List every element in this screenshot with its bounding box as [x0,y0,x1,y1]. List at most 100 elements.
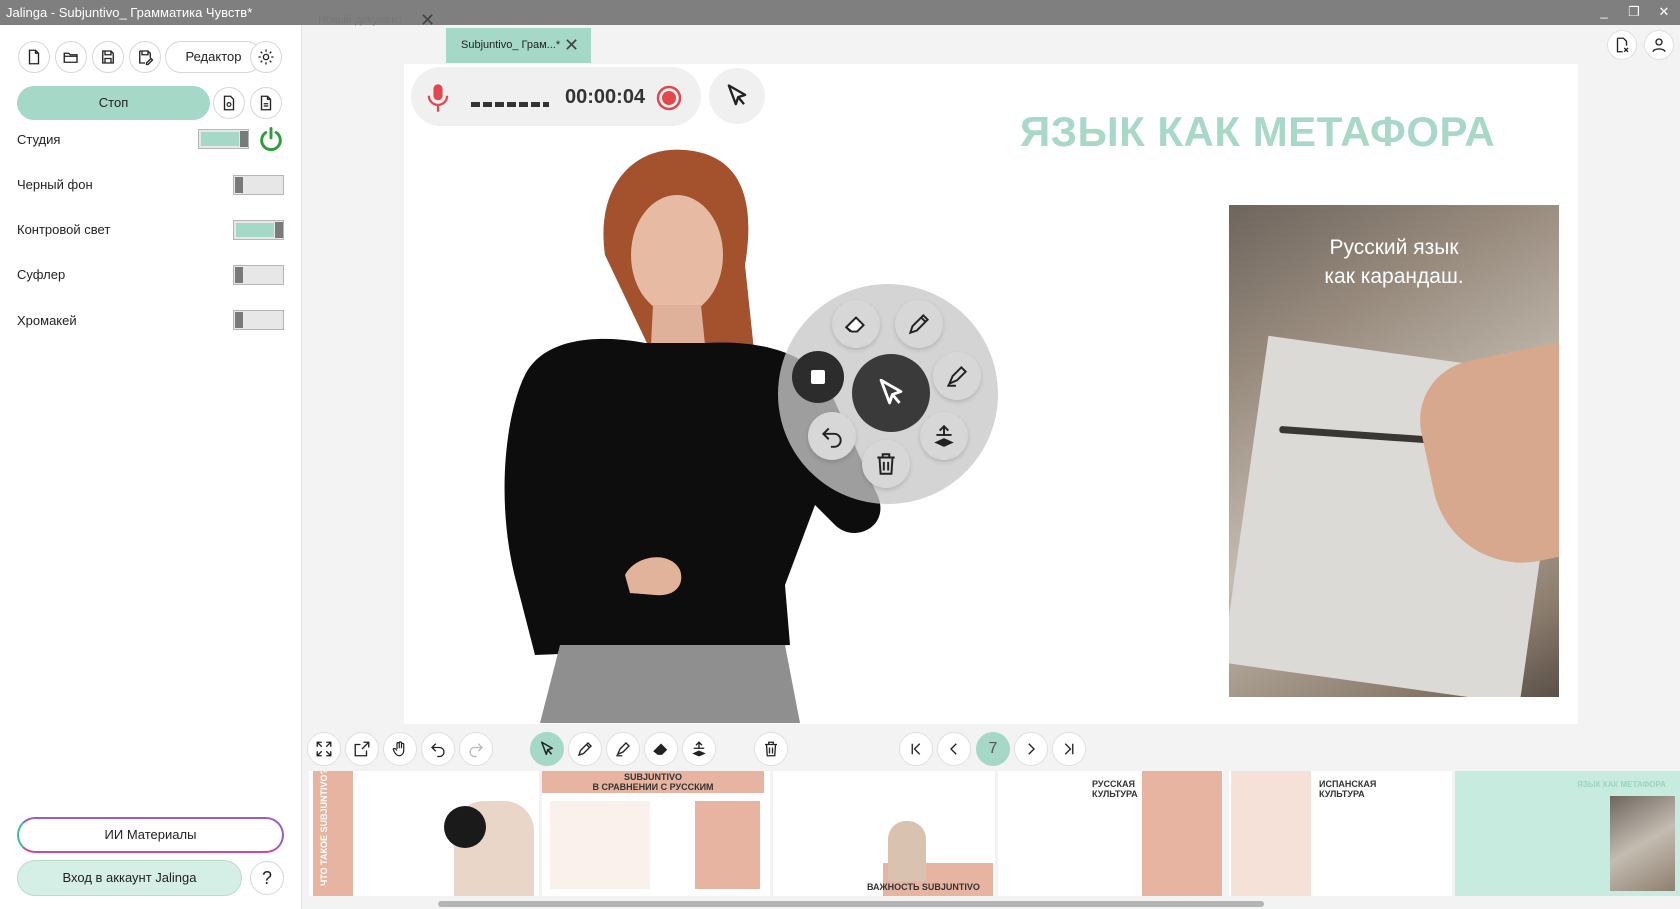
settings-button[interactable] [250,41,282,73]
marker-tool-button[interactable] [606,732,640,766]
eraser-tool-button[interactable] [644,732,678,766]
save-button[interactable] [92,41,124,73]
undo-icon [431,743,445,758]
trash-icon [877,453,895,475]
help-button[interactable]: ? [250,861,284,895]
title-bar: Jalinga - Subjuntivo_ Грамматика Чувств*… [0,0,1680,25]
save-as-button[interactable] [129,41,161,73]
slide-thumbnail[interactable]: ЧТО ТАКОЕ SUBJUNTIVO? [309,771,539,896]
hand-icon [392,741,405,757]
thumb-title-line1: SUBJUNTIVO [623,772,682,782]
slide-photo: Русский язык как карандаш. [1229,205,1559,697]
next-page-button[interactable] [1014,732,1048,766]
fullscreen-button[interactable] [307,732,341,766]
hand-tool-button[interactable] [383,732,417,766]
stop-button[interactable]: Стоп [17,86,210,120]
current-page-indicator[interactable]: 7 [976,732,1010,766]
last-page-button[interactable] [1052,732,1086,766]
chevron-right-icon [1028,743,1035,755]
marker-icon [616,742,630,757]
backlight-toggle[interactable] [233,220,284,240]
radial-stop-button[interactable] [792,351,844,403]
pen-tool-button[interactable] [568,732,602,766]
external-link-icon [354,741,370,757]
studio-toggle[interactable] [198,129,249,149]
setting-label-prompter: Суфлер [17,267,66,282]
thumb-title-line1: РУССКАЯ [1092,779,1135,789]
close-window-button[interactable]: ✕ [1655,3,1673,21]
cursor-icon [879,378,903,405]
maximize-button[interactable]: ❐ [1625,3,1643,21]
thumb-footer-title: ВАЖНОСТЬ SUBJUNTIVO [867,882,980,892]
prompter-toggle[interactable] [233,265,284,285]
ai-materials-button[interactable]: ИИ Материалы [17,817,284,853]
last-page-icon [1064,743,1074,755]
document-settings-icon [223,95,235,111]
window-title: Jalinga - Subjuntivo_ Грамматика Чувств* [6,5,253,20]
black-bg-toggle[interactable] [233,175,284,195]
export-document-button[interactable] [213,87,245,119]
tab-label: Новый документ [318,14,403,26]
thumb-title-line2: КУЛЬТУРА [1092,789,1138,799]
close-tab-icon[interactable]: ✕ [564,28,579,63]
setting-label-backlight: Контровой свет [17,222,111,237]
slide-thumbnail[interactable]: SUBJUNTIVO В СРАВНЕНИИ С РУССКИМ [542,771,770,896]
login-button[interactable]: Вход в аккаунт Jalinga [17,860,242,896]
external-window-button[interactable] [345,732,379,766]
editor-button[interactable]: Редактор [165,41,262,73]
slide-thumbnail-active[interactable]: ЯЗЫК КАК МЕТАФОРА [1455,771,1680,896]
redo-button[interactable] [459,732,493,766]
undo-icon [821,427,842,448]
first-page-button[interactable] [899,732,933,766]
tab-label: Subjuntivo_ Грам...* [461,39,561,51]
eraser-icon [653,743,668,755]
chevron-left-icon [950,743,957,755]
power-icon[interactable] [257,125,285,153]
trash-icon [765,741,777,757]
slide-thumbnail[interactable]: РУССКАЯ КУЛЬТУРА [998,771,1223,896]
prev-page-button[interactable] [937,732,971,766]
tab-new-document[interactable]: Новый документ ✕ [303,3,441,38]
slide-thumbnail[interactable]: ВАЖНОСТЬ SUBJUNTIVO [773,771,995,896]
chromakey-toggle[interactable] [233,310,284,330]
cursor-icon [541,741,553,755]
redo-icon [469,743,483,758]
layer-tool-button[interactable] [682,732,716,766]
recording-timer: 00:00:04 [565,86,646,108]
microphone-icon[interactable] [424,82,452,114]
file-export-icon [1616,37,1629,53]
open-folder-button[interactable] [55,41,87,73]
close-tab-icon[interactable]: ✕ [420,3,435,38]
user-icon [1652,38,1666,53]
photo-caption-line1: Русский язык [1329,236,1459,259]
document-button[interactable] [250,87,282,119]
cursor-icon [727,84,747,106]
save-as-icon [139,50,154,66]
radial-delete-button[interactable] [862,440,910,488]
left-panel: Редактор Стоп Студия Черный фон Контрово… [0,25,302,909]
new-file-icon [28,49,40,65]
export-button[interactable] [1607,30,1637,60]
account-button[interactable] [1644,30,1674,60]
setting-label-black-bg: Черный фон [17,177,93,192]
delete-tool-button[interactable] [754,732,788,766]
eraser-icon [844,316,865,333]
new-file-button[interactable] [18,41,50,73]
record-icon[interactable] [655,84,683,112]
tab-subjuntivo[interactable]: Subjuntivo_ Грам...* ✕ [446,28,591,63]
undo-button[interactable] [421,732,455,766]
select-tool-button[interactable] [530,732,564,766]
radial-eraser-button[interactable] [832,300,880,348]
radial-layer-button[interactable] [920,412,968,460]
folder-open-icon [63,52,78,63]
first-page-icon [911,743,921,755]
slide-thumbnail[interactable]: ИСПАНСКАЯ КУЛЬТУРА [1229,771,1452,896]
radial-pointer-button[interactable] [852,354,930,432]
radial-undo-button[interactable] [808,412,856,460]
radial-pen-button[interactable] [895,300,943,348]
pointer-tool-button[interactable] [709,68,765,124]
marker-icon [947,365,968,387]
minimize-button[interactable]: _ [1595,3,1613,21]
thumbnail-scrollbar-handle[interactable] [438,901,1264,907]
radial-marker-button[interactable] [933,352,981,400]
